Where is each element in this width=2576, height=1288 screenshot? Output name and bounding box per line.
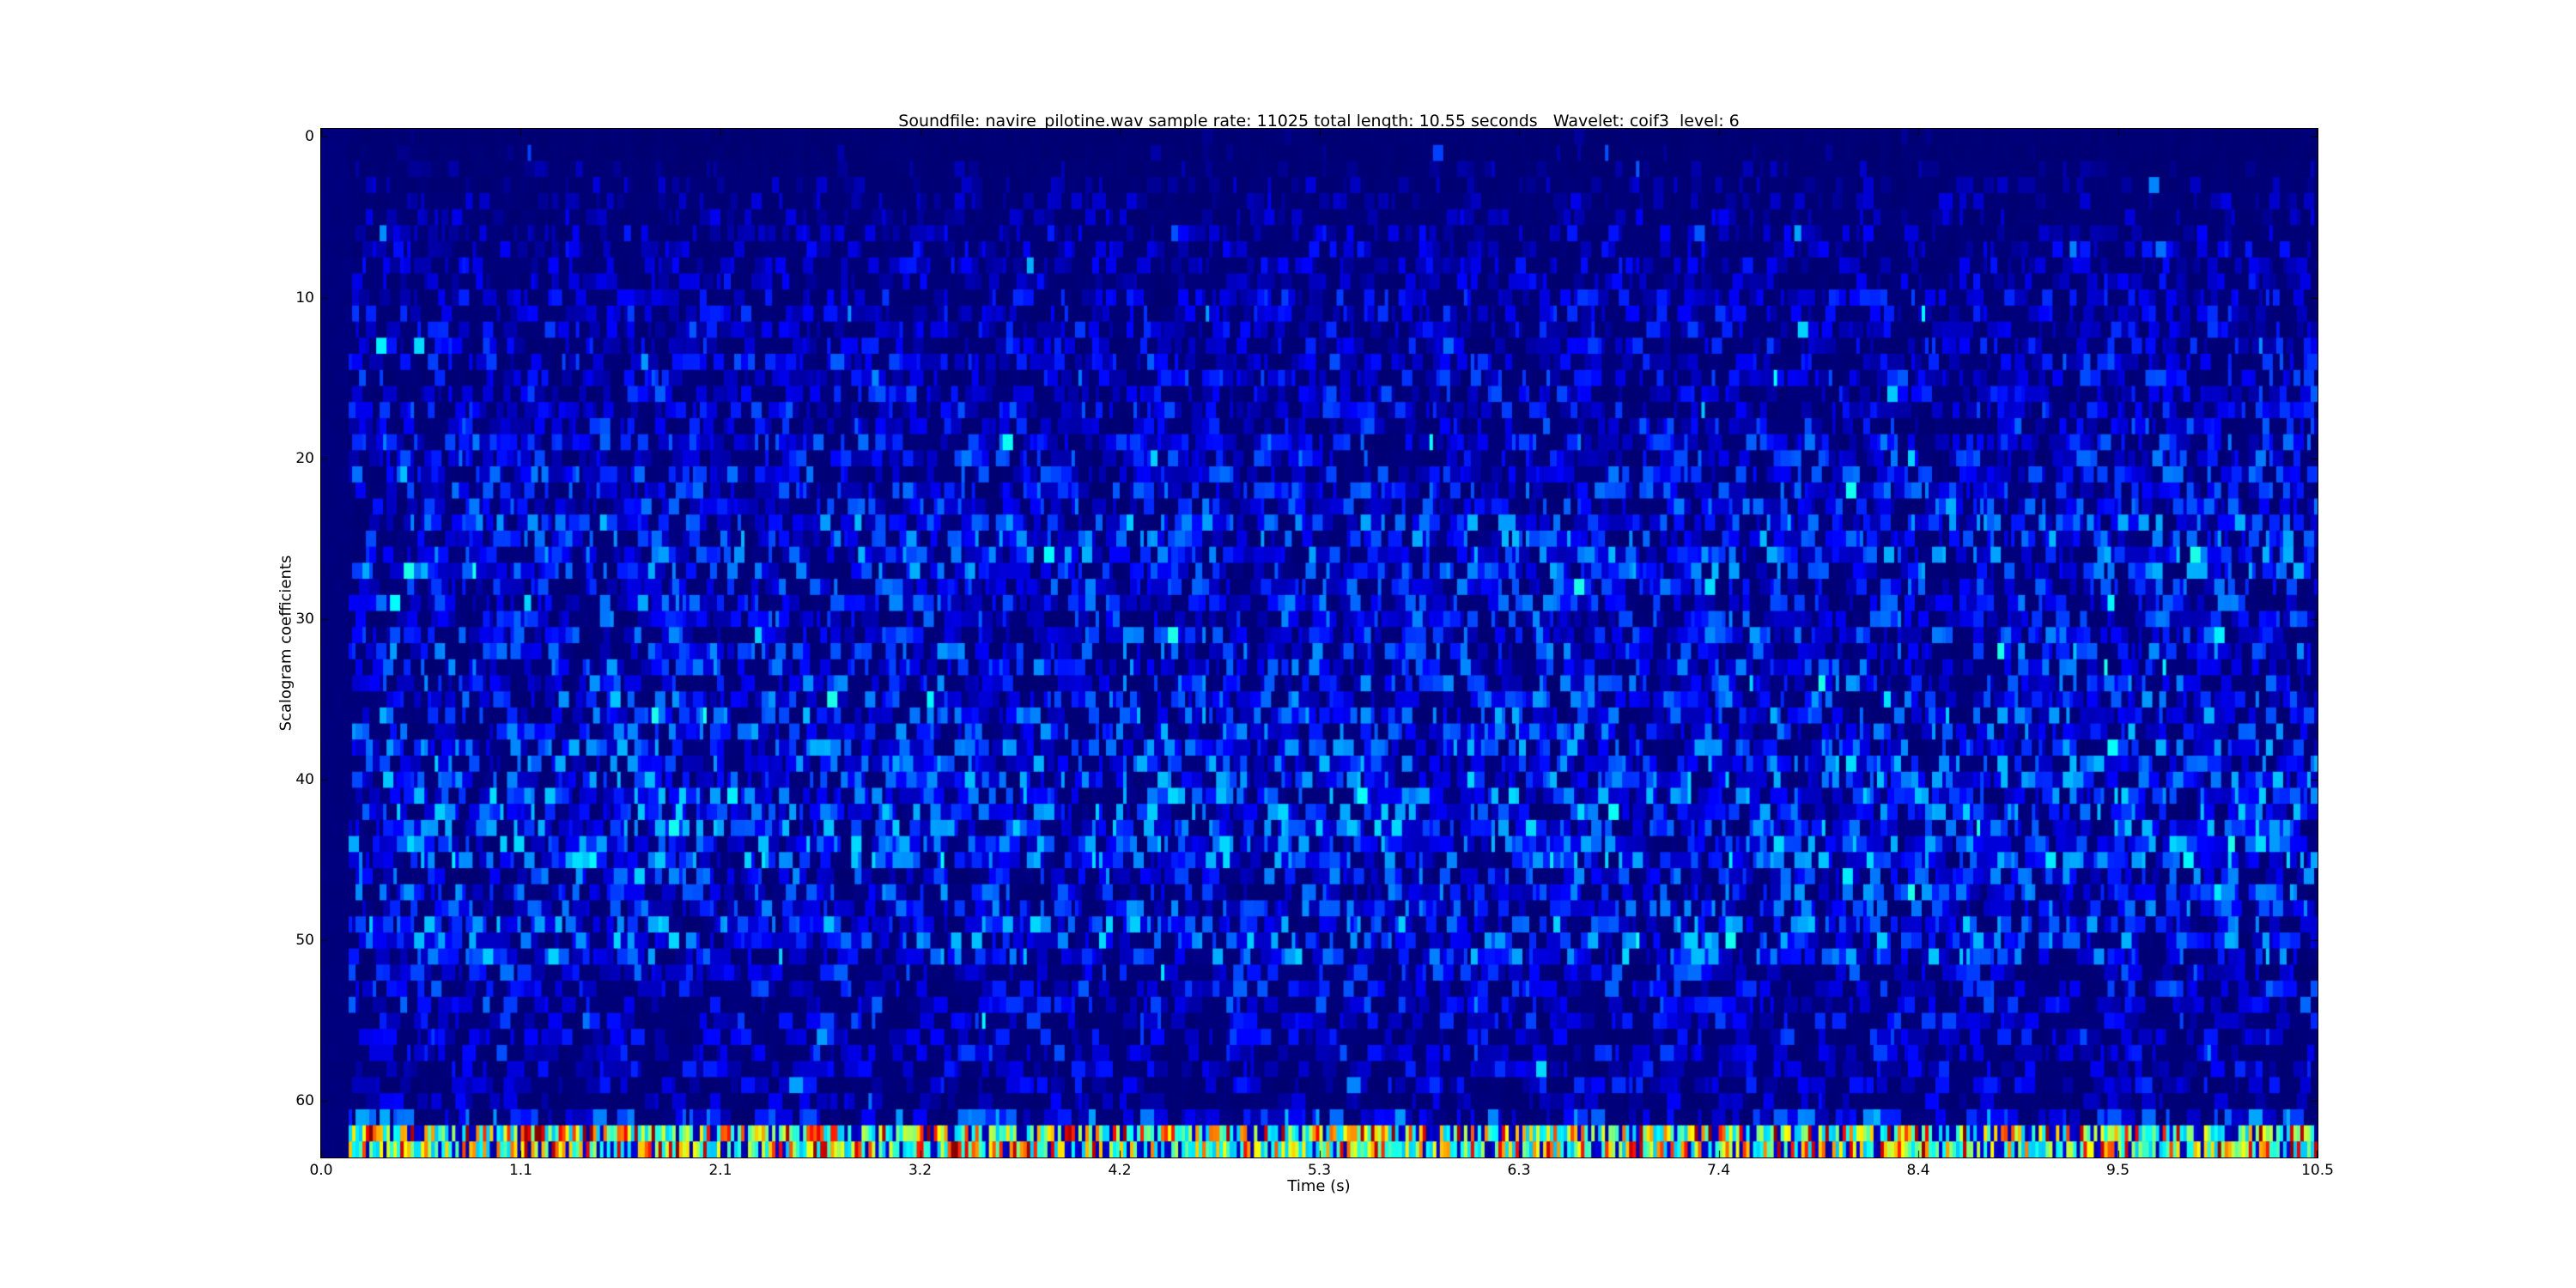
x-tick-label: 3.2	[908, 1162, 932, 1179]
x-tick-label: 7.4	[1707, 1162, 1730, 1179]
y-tick-label: 60	[263, 1092, 314, 1109]
x-tick-label: 6.3	[1507, 1162, 1530, 1179]
figure: Soundfile: navire_pilotine.wav sample ra…	[0, 0, 2576, 1288]
x-tick-label: 2.1	[708, 1162, 732, 1179]
y-axis-label: Scalogram coefficients	[277, 556, 295, 732]
x-tick-label: 4.2	[1108, 1162, 1131, 1179]
x-tick-label: 5.3	[1308, 1162, 1331, 1179]
x-tick-label: 1.1	[509, 1162, 532, 1179]
y-tick-label: 30	[263, 611, 314, 628]
y-tick-label: 0	[263, 128, 314, 145]
y-tick-label: 40	[263, 771, 314, 788]
y-tick-label: 20	[263, 450, 314, 467]
x-tick-label: 9.5	[2106, 1162, 2129, 1179]
x-tick-label: 10.5	[2301, 1162, 2334, 1179]
scalogram-heatmap	[320, 128, 2318, 1158]
y-tick-label: 10	[263, 289, 314, 307]
x-axis-label: Time (s)	[1287, 1177, 1350, 1195]
x-tick-label: 8.4	[1906, 1162, 1929, 1179]
x-tick-label: 0.0	[309, 1162, 332, 1179]
y-tick-label: 50	[263, 932, 314, 949]
